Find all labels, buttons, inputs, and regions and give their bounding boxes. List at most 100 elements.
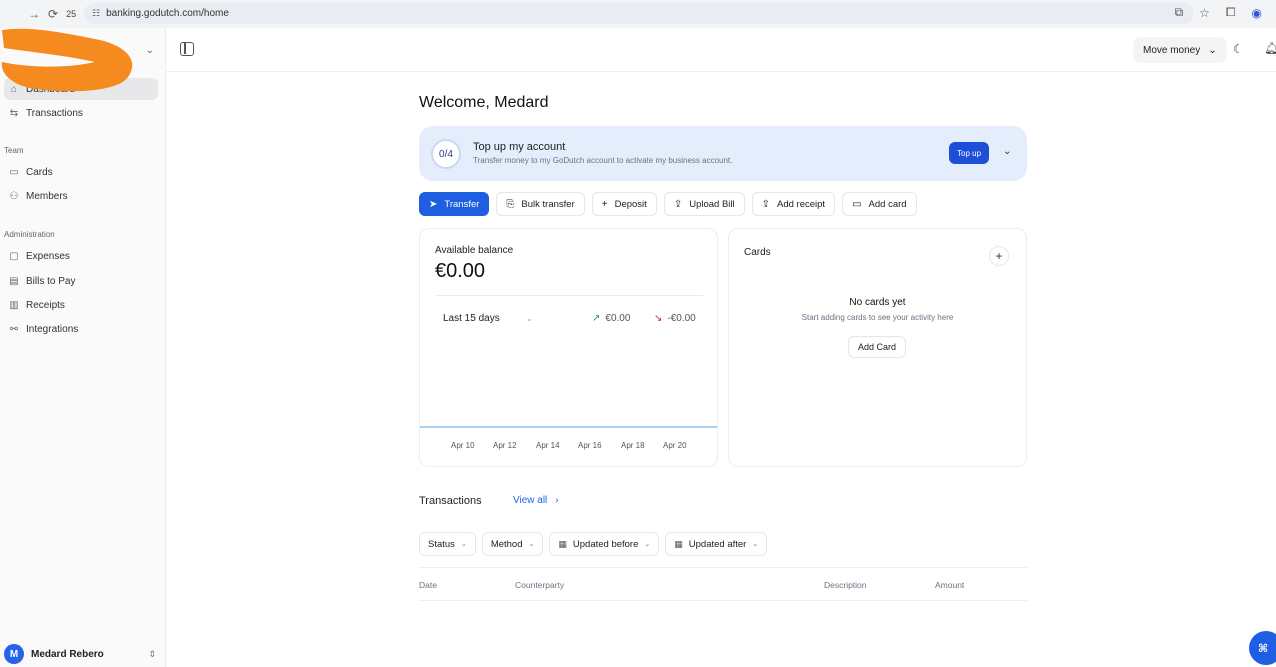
top-up-button[interactable]: Top up [949,142,990,164]
chevron-down-icon[interactable]: ⌄ [1003,146,1011,157]
plus-icon: + [601,198,608,210]
upload-icon: ⇪ [761,198,771,210]
forward-icon[interactable]: → [28,7,40,21]
home-icon: ⌂ [10,83,18,95]
avatar: M [4,644,24,664]
filter-label: Updated before [572,538,639,550]
chevron-down-icon[interactable]: ⌄ [526,314,533,323]
browser-nav: → ⟳ 25 [0,7,76,21]
add-card-empty-button[interactable]: Add Card [848,336,907,358]
column-header-counterparty[interactable]: Counterparty [515,580,564,590]
cards-title: Cards [744,247,771,258]
browser-toolbar: → ⟳ 25 ☷ banking.godutch.com/home ⧉ ☆ ⧠ … [0,0,1276,28]
workspace-switcher[interactable]: ⌄ [0,36,166,64]
bookmark-star-icon[interactable]: ☆ [1199,6,1210,20]
calendar-icon: ▦ [558,538,567,549]
updated-after-filter[interactable]: ▦ Updated after ⌄ [665,532,768,556]
move-money-button[interactable]: Move money ⌄ [1133,37,1227,63]
sidebar-item-label: Bills to Pay [26,275,76,287]
column-header-description[interactable]: Description [824,580,867,590]
action-label: Add receipt [777,198,826,210]
site-settings-icon[interactable]: ☷ [92,8,100,19]
chevron-down-icon: ⌄ [528,541,535,548]
action-label: Upload Bill [689,198,735,210]
upload-bill-button[interactable]: ⇪ Upload Bill [663,192,745,216]
sidebar-item-label: Dashboard [26,83,75,95]
deposit-button[interactable]: + Deposit [591,192,657,216]
column-header-date[interactable]: Date [419,580,437,590]
plus-icon: + [995,249,1003,263]
sidebar-item-cards[interactable]: ▭ Cards [4,161,158,183]
action-label: Transfer [444,198,480,210]
file-upload-icon: ⎘ [506,198,515,210]
empty-state-subtitle: Start adding cards to see your activity … [801,313,954,322]
browser-actions: ⧉ ☆ ⧠ ◉ [1175,5,1262,20]
filter-label: Method [490,538,523,550]
outflow-summary: ↘ -€0.00 [654,313,696,324]
sidebar-item-bills-to-pay[interactable]: ▤ Bills to Pay [4,270,158,292]
empty-state-title: No cards yet [849,297,906,308]
page-title: Welcome, Medard [419,94,549,111]
column-header-amount[interactable]: Amount [935,580,964,590]
chevron-down-icon: ⌄ [145,44,154,56]
sidebar-item-members[interactable]: ⚇ Members [4,185,158,207]
filter-label: Status [428,538,455,550]
app-header: Move money ⌄ ☾ 🔔︎ [166,28,1276,72]
action-label: Add card [868,198,907,210]
moon-icon[interactable]: ☾ [1233,42,1244,56]
transfer-arrows-icon: ⇆ [9,107,19,119]
section-label-administration: Administration [4,230,55,239]
quick-actions: ➤ Transfer ⎘ Bulk transfer + Deposit ⇪ U… [419,192,917,216]
sidebar-item-label: Expenses [26,250,70,262]
balance-value: €0.00 [435,260,486,282]
sidebar-toggle-icon[interactable] [180,42,194,56]
updated-before-filter[interactable]: ▦ Updated before ⌄ [549,532,660,556]
sidebar-item-label: Integrations [26,323,79,335]
sidebar-item-dashboard[interactable]: ⌂ Dashboard [4,78,158,100]
method-filter[interactable]: Method ⌄ [481,532,544,556]
action-label: Deposit [614,198,647,210]
integrations-icon: ⚯ [9,323,19,335]
transfer-button[interactable]: ➤ Transfer [419,192,490,216]
sidebar-item-integrations[interactable]: ⚯ Integrations [4,318,158,340]
topup-subtitle: Transfer money to my GoDutch account to … [473,156,733,165]
sidebar-item-receipts[interactable]: ▥ Receipts [4,294,158,316]
arrow-down-right-icon: ↘ [654,313,663,324]
topup-banner: 0/4 Top up my account Transfer money to … [419,126,1027,181]
sidebar-item-expenses[interactable]: ▢ Expenses [4,245,158,267]
upload-icon: ⇪ [673,198,683,210]
inflow-summary: ↗ €0.00 [592,313,630,324]
balance-card: Available balance €0.00 Last 15 days ⌄ ↗… [419,228,718,467]
add-card-plus-button[interactable]: + [989,246,1009,266]
status-filter[interactable]: Status ⌄ [419,532,476,556]
users-icon: ⚇ [9,190,19,202]
bell-icon[interactable]: 🔔︎ [1264,41,1276,55]
sidebar-item-transactions[interactable]: ⇆ Transactions [4,102,158,124]
period-select[interactable]: Last 15 days [443,313,500,324]
support-chat-button[interactable]: ⌘ [1249,631,1276,665]
profile-icon[interactable]: ◉ [1252,6,1262,20]
user-name: Medard Rebero [31,648,104,660]
bulk-transfer-button[interactable]: ⎘ Bulk transfer [496,192,585,216]
bill-icon: ▤ [9,275,19,287]
x-tick: Apr 10 [451,441,475,450]
topup-title: Top up my account [473,141,566,153]
cards-card: Cards + No cards yet Start adding cards … [728,228,1027,467]
transactions-title: Transactions [419,495,482,507]
move-money-label: Move money [1143,44,1201,56]
add-card-button[interactable]: ▭ Add card [842,192,917,216]
card-icon: ▭ [9,166,19,178]
translate-icon[interactable]: ⧉ [1175,5,1184,20]
x-tick: Apr 20 [663,441,687,450]
reload-icon[interactable]: ⟳ [48,7,58,21]
sidebar-item-label: Members [26,190,68,202]
view-all-link[interactable]: View all › [513,495,559,506]
user-menu[interactable]: M Medard Rebero ⇕ [4,641,158,667]
sidebar-item-label: Transactions [26,107,83,119]
chevron-right-icon: › [555,495,559,506]
receipt-icon: ▥ [9,299,19,311]
address-bar[interactable]: ☷ banking.godutch.com/home [84,3,1194,24]
extensions-icon[interactable]: ⧠ [1226,5,1236,20]
transactions-table-header: Date Counterparty Description Amount [419,567,1027,601]
add-receipt-button[interactable]: ⇪ Add receipt [751,192,836,216]
